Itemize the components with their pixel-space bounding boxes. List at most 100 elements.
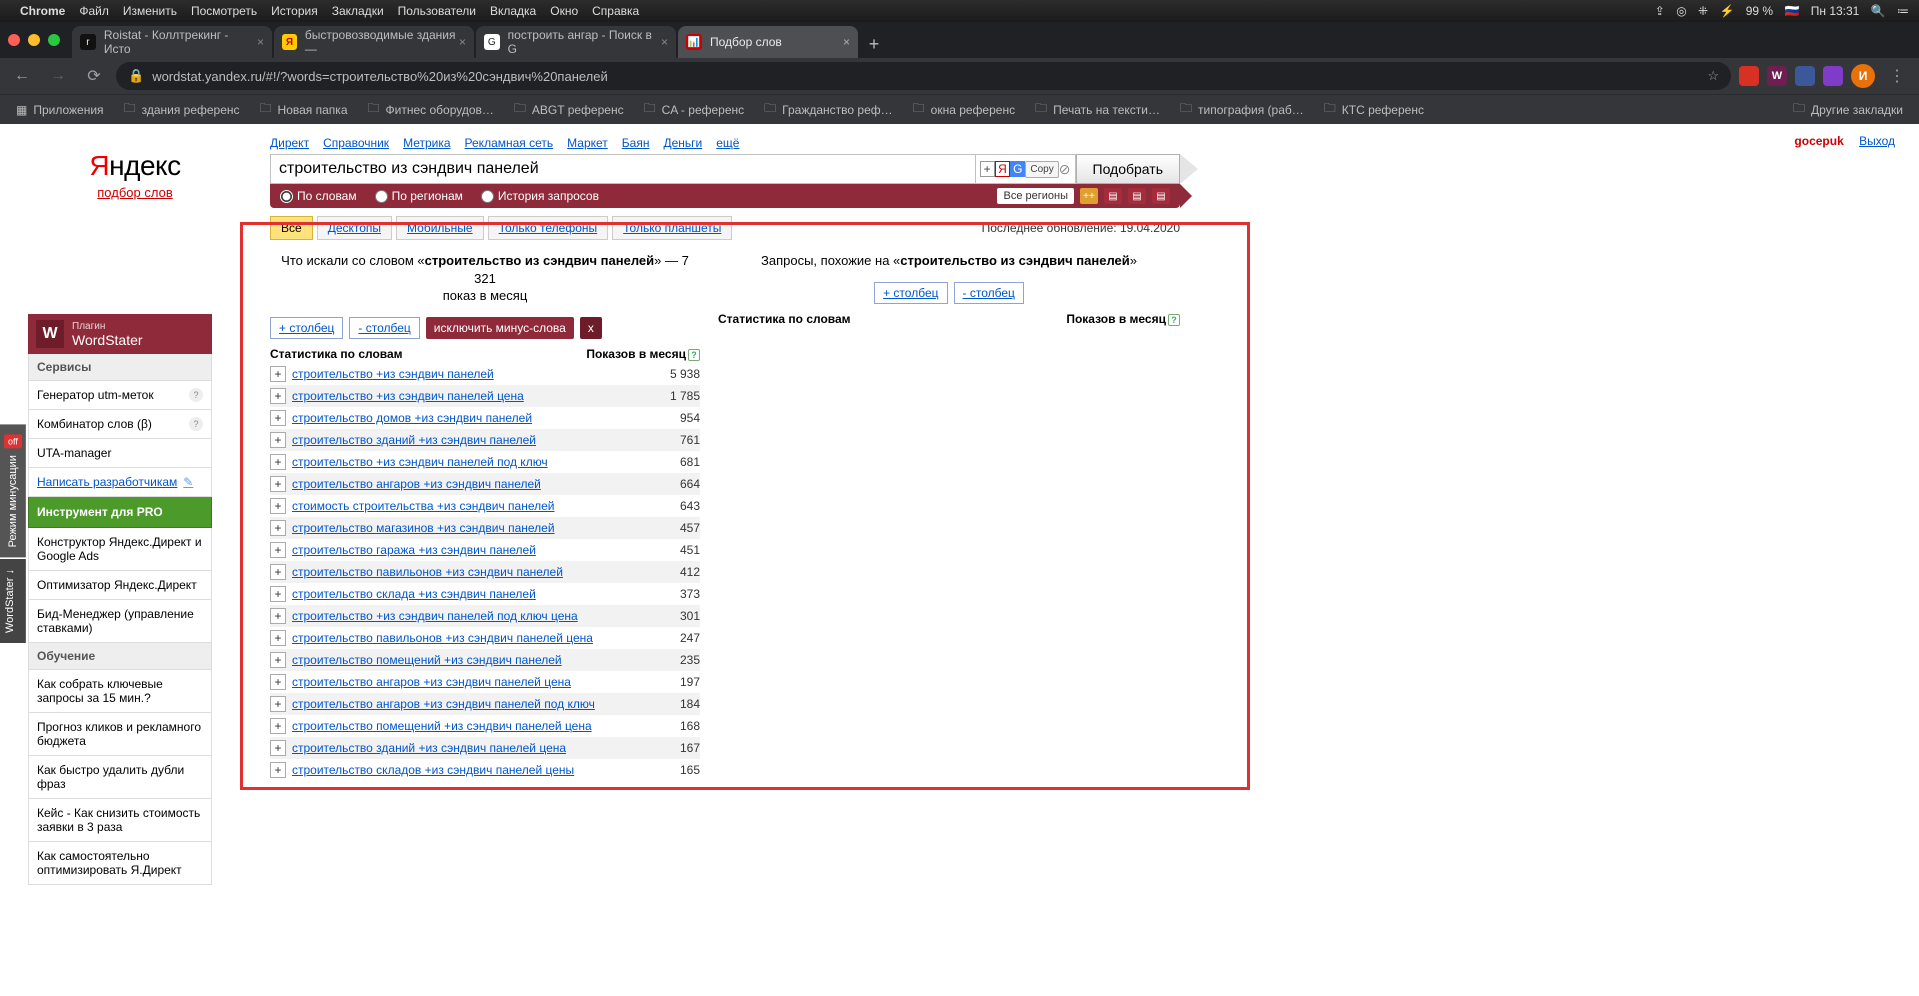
keyword-link[interactable]: строительство помещений +из сэндвич пане…	[292, 653, 630, 667]
remove-column-button[interactable]: - столбец	[349, 317, 419, 339]
menu-window[interactable]: Окно	[550, 4, 578, 18]
menu-tab[interactable]: Вкладка	[490, 4, 536, 18]
mini-btn-4[interactable]: ▤	[1152, 188, 1170, 204]
device-tab[interactable]: Мобильные	[396, 216, 484, 240]
zoom-window-icon[interactable]	[48, 34, 60, 46]
remove-column-button[interactable]: - столбец	[954, 282, 1024, 304]
add-keyword-icon[interactable]: +	[270, 762, 286, 778]
device-tab[interactable]: Только телефоны	[488, 216, 609, 240]
menu-edit[interactable]: Изменить	[123, 4, 177, 18]
keyword-link[interactable]: строительство домов +из сэндвич панелей	[292, 411, 630, 425]
add-column-button[interactable]: + столбец	[874, 282, 947, 304]
bookmark-apps[interactable]: ▦Приложения	[8, 103, 112, 117]
sidebar-item[interactable]: Прогноз кликов и рекламного бюджета	[28, 713, 212, 756]
add-keyword-icon[interactable]: +	[270, 564, 286, 580]
add-keyword-icon[interactable]: +	[270, 542, 286, 558]
yandex-tool-icon[interactable]: Я	[995, 161, 1010, 177]
keyword-link[interactable]: строительство помещений +из сэндвич пане…	[292, 719, 630, 733]
keyword-link[interactable]: строительство +из сэндвич панелей цена	[292, 389, 630, 403]
sidebar-item[interactable]: Кейс - Как снизить стоимость заявки в 3 …	[28, 799, 212, 842]
other-bookmarks[interactable]: 🗀Другие закладки	[1785, 99, 1911, 120]
mini-btn-2[interactable]: ▤	[1104, 188, 1122, 204]
add-keyword-icon[interactable]: +	[270, 696, 286, 712]
yandex-logo[interactable]: Яндекс	[89, 150, 180, 183]
control-center-icon[interactable]: ≔	[1897, 4, 1909, 18]
sidebar-item[interactable]: Как собрать ключевые запросы за 15 мин.?	[28, 670, 212, 713]
bookmark-folder[interactable]: 🗀типография (раб…	[1172, 99, 1312, 120]
new-tab-button[interactable]: +	[860, 30, 888, 58]
logo-subtitle-link[interactable]: подбор слов	[97, 185, 172, 200]
add-keyword-icon[interactable]: +	[270, 388, 286, 404]
google-tool-icon[interactable]: G	[1010, 161, 1025, 177]
keyword-link[interactable]: строительство зданий +из сэндвич панелей…	[292, 741, 630, 755]
bookmark-star-icon[interactable]: ☆	[1707, 68, 1719, 84]
keyword-link[interactable]: строительство +из сэндвич панелей под кл…	[292, 609, 630, 623]
bookmark-folder[interactable]: 🗀CA - референс	[636, 99, 753, 120]
help-icon[interactable]: ?	[189, 388, 203, 402]
profile-avatar[interactable]: И	[1851, 64, 1875, 88]
minimize-window-icon[interactable]	[28, 34, 40, 46]
add-keyword-icon[interactable]: +	[270, 454, 286, 470]
topnav-link[interactable]: Деньги	[663, 136, 702, 150]
sidebar-item[interactable]: Как быстро удалить дубли фраз	[28, 756, 212, 799]
keyword-link[interactable]: строительство склада +из сэндвич панелей	[292, 587, 630, 601]
bookmark-folder[interactable]: 🗀Фитнес оборудов…	[360, 99, 502, 120]
close-tab-icon[interactable]: ×	[843, 35, 850, 49]
logout-link[interactable]: Выход	[1859, 134, 1895, 148]
bookmark-folder[interactable]: 🗀ABGT референс	[506, 99, 632, 120]
chrome-menu-icon[interactable]: ⋮	[1883, 62, 1911, 90]
bookmark-folder[interactable]: 🗀Новая папка	[252, 99, 356, 120]
sidebar-item[interactable]: UTA-manager	[28, 439, 212, 468]
extension-icon[interactable]	[1795, 66, 1815, 86]
search-input[interactable]	[270, 154, 976, 184]
help-icon[interactable]: ?	[688, 349, 700, 361]
bookmark-folder[interactable]: 🗀Гражданство реф…	[756, 99, 900, 120]
topnav-link[interactable]: Рекламная сеть	[465, 136, 554, 150]
add-keyword-icon[interactable]: +	[270, 652, 286, 668]
keyword-link[interactable]: строительство павильонов +из сэндвич пан…	[292, 565, 630, 579]
mode-words[interactable]: По словам	[280, 189, 357, 203]
negative-mode-tab[interactable]: Режим минусации off	[0, 424, 26, 557]
extension-icon[interactable]	[1739, 66, 1759, 86]
forward-button[interactable]: →	[44, 62, 72, 90]
bookmark-folder[interactable]: 🗀здания референс	[116, 99, 248, 120]
keyword-link[interactable]: строительство +из сэндвич панелей	[292, 367, 630, 381]
status-icon[interactable]: ⇪	[1655, 4, 1665, 18]
negative-words-chip[interactable]: исключить минус-слова	[426, 317, 574, 339]
extension-icon[interactable]	[1823, 66, 1843, 86]
add-keyword-icon[interactable]: +	[270, 586, 286, 602]
add-keyword-icon[interactable]: +	[270, 718, 286, 734]
sidebar-item[interactable]: Конструктор Яндекс.Директ и Google Ads	[28, 528, 212, 571]
menu-history[interactable]: История	[271, 4, 318, 18]
keyword-link[interactable]: строительство ангаров +из сэндвич панеле…	[292, 477, 630, 491]
mode-history[interactable]: История запросов	[481, 189, 599, 203]
menu-view[interactable]: Посмотреть	[191, 4, 257, 18]
add-keyword-icon[interactable]: +	[270, 366, 286, 382]
keyword-link[interactable]: строительство гаража +из сэндвич панелей	[292, 543, 630, 557]
keyword-link[interactable]: строительство складов +из сэндвич панеле…	[292, 763, 630, 777]
reload-button[interactable]: ⟳	[80, 62, 108, 90]
keyword-link[interactable]: строительство ангаров +из сэндвич панеле…	[292, 675, 630, 689]
add-keyword-icon[interactable]: +	[270, 476, 286, 492]
topnav-link[interactable]: Метрика	[403, 136, 450, 150]
help-icon[interactable]: ?	[1168, 314, 1180, 326]
copy-button[interactable]: Copy	[1025, 161, 1058, 178]
device-tab[interactable]: Все	[270, 216, 313, 240]
search-submit-button[interactable]: Подобрать	[1076, 154, 1181, 184]
add-keyword-icon[interactable]: +	[270, 498, 286, 514]
browser-tab-active[interactable]: 📊Подбор слов×	[678, 26, 858, 58]
add-keyword-icon[interactable]: +	[270, 410, 286, 426]
sidebar-item[interactable]: Комбинатор слов (β)?	[28, 410, 212, 439]
sidebar-item[interactable]: Как самостоятельно оптимизировать Я.Дире…	[28, 842, 212, 885]
add-keyword-icon[interactable]: +	[270, 608, 286, 624]
browser-tab[interactable]: Ябыстровозводимые здания —×	[274, 26, 474, 58]
sidebar-pro-banner[interactable]: Инструмент для PRO	[28, 497, 212, 528]
add-column-button[interactable]: + столбец	[270, 317, 343, 339]
sidebar-item[interactable]: Оптимизатор Яндекс.Директ	[28, 571, 212, 600]
keyword-link[interactable]: строительство павильонов +из сэндвич пан…	[292, 631, 630, 645]
add-keyword-icon[interactable]: +	[270, 740, 286, 756]
back-button[interactable]: ←	[8, 62, 36, 90]
keyword-link[interactable]: строительство зданий +из сэндвич панелей	[292, 433, 630, 447]
sidebar-item[interactable]: Генератор utm-меток?	[28, 381, 212, 410]
sidebar-write-link[interactable]: Написать разработчикам✎	[28, 468, 212, 497]
